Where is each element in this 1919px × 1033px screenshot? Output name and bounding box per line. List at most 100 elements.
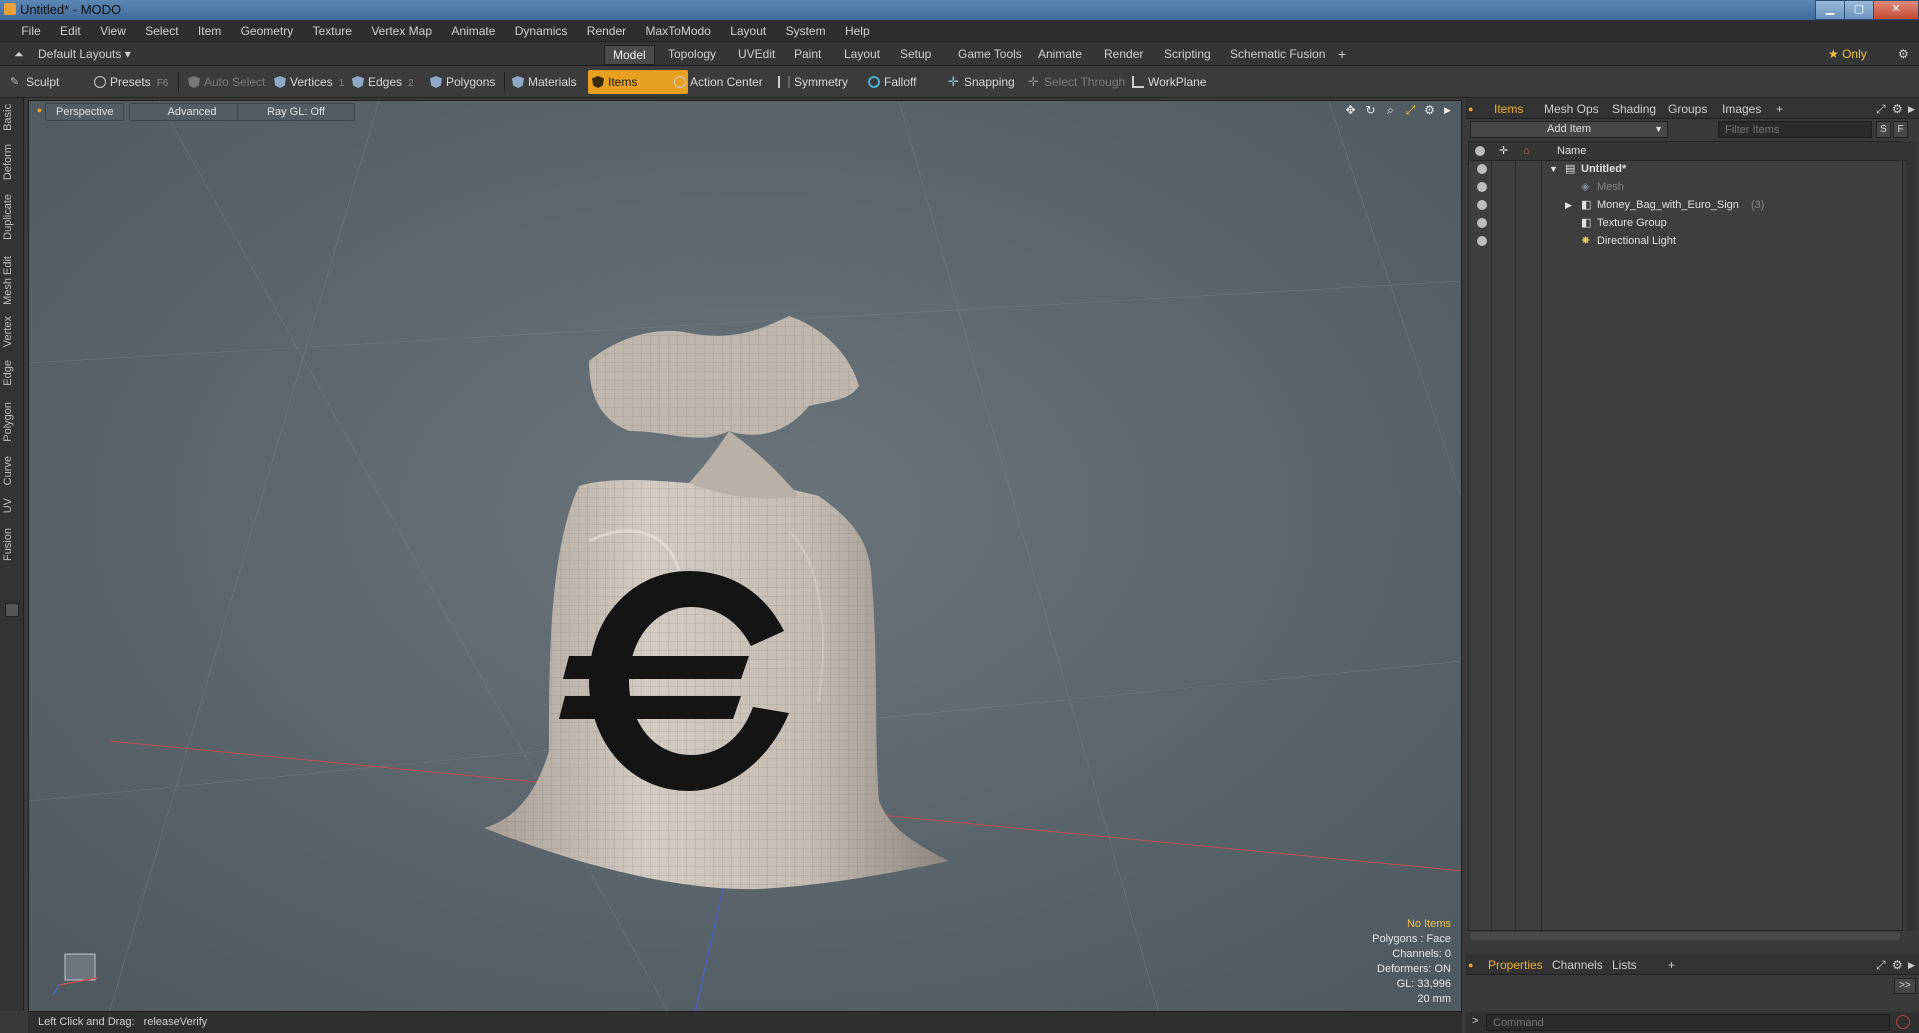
- tab-topology[interactable]: Topology: [660, 45, 724, 63]
- tab-render[interactable]: Render: [1096, 45, 1151, 63]
- tab-fusion[interactable]: Fusion: [2, 528, 22, 561]
- edges-button[interactable]: Edges 2: [348, 70, 420, 94]
- tab-mesh-edit[interactable]: Mesh Edit: [2, 256, 22, 305]
- close-button[interactable]: ✕: [1873, 0, 1919, 20]
- filter-items-input[interactable]: [1718, 121, 1872, 138]
- menu-render[interactable]: Render: [579, 20, 634, 42]
- menu-select[interactable]: Select: [137, 20, 186, 42]
- menu-maxtomodo[interactable]: MaxToModo: [637, 20, 718, 42]
- menu-texture[interactable]: Texture: [305, 20, 360, 42]
- tab-items[interactable]: Items: [1494, 101, 1523, 117]
- record-icon[interactable]: [1896, 1015, 1910, 1029]
- materials-button[interactable]: Materials: [508, 70, 583, 94]
- menu-help[interactable]: Help: [837, 20, 878, 42]
- tree-row-untitled[interactable]: ▼ ▤ Untitled*: [1469, 160, 1906, 178]
- expand-arrow-icon[interactable]: ▼: [1549, 160, 1558, 178]
- pan-icon[interactable]: ✥: [1344, 104, 1357, 117]
- workplane-button[interactable]: WorkPlane: [1128, 70, 1212, 94]
- collapse-arrow-icon[interactable]: ▶: [1565, 196, 1572, 214]
- tab-groups[interactable]: Groups: [1668, 101, 1707, 117]
- add-panel-tab-icon[interactable]: +: [1776, 101, 1783, 117]
- add-tab-button[interactable]: +: [1330, 45, 1354, 63]
- tab-game-tools[interactable]: Game Tools: [950, 45, 1030, 63]
- toolbox-toggle-button[interactable]: [5, 603, 19, 617]
- visibility-eye-icon[interactable]: [1477, 182, 1487, 192]
- visibility-eye-icon[interactable]: [1477, 218, 1487, 228]
- tab-properties[interactable]: Properties: [1488, 957, 1543, 973]
- gear-icon[interactable]: ⚙: [1890, 45, 1917, 63]
- menu-item[interactable]: Item: [190, 20, 229, 42]
- snapping-button[interactable]: ✛ Snapping: [944, 70, 1021, 94]
- menu-vertex-map[interactable]: Vertex Map: [363, 20, 440, 42]
- tree-row-texture-group[interactable]: ◧ Texture Group: [1469, 214, 1906, 232]
- minimize-button[interactable]: ▁: [1815, 0, 1845, 20]
- tab-model[interactable]: Model: [604, 45, 655, 65]
- layout-arrow-icon[interactable]: ⏶: [6, 45, 32, 63]
- item-list-h-scrollbar[interactable]: [1470, 932, 1900, 940]
- tab-polygon[interactable]: Polygon: [2, 402, 22, 442]
- viewport-gear-icon[interactable]: ⚙: [1423, 104, 1436, 117]
- tab-duplicate[interactable]: Duplicate: [2, 194, 22, 240]
- tree-row-money-bag[interactable]: ▶ ◧ Money_Bag_with_Euro_Sign (3): [1469, 196, 1906, 214]
- tab-curve[interactable]: Curve: [2, 456, 22, 485]
- properties-arrow-icon[interactable]: ▶: [1908, 957, 1915, 973]
- viewport-expand-arrow-icon[interactable]: ▶: [1441, 104, 1454, 117]
- add-item-dropdown[interactable]: Add Item ▼: [1470, 121, 1668, 138]
- tree-row-mesh[interactable]: ◈ Mesh: [1469, 178, 1906, 196]
- tab-edge[interactable]: Edge: [2, 360, 22, 386]
- auto-select-button[interactable]: Auto Select: [184, 70, 271, 94]
- tab-channels[interactable]: Channels: [1552, 957, 1603, 973]
- menu-file[interactable]: File: [13, 20, 48, 42]
- tree-row-directional-light[interactable]: ✸ Directional Light: [1469, 232, 1906, 250]
- maximize-viewport-icon[interactable]: ⤢: [1404, 104, 1417, 117]
- maximize-button[interactable]: ▢: [1844, 0, 1874, 20]
- properties-gear-icon[interactable]: ⚙: [1892, 957, 1903, 973]
- tab-shading[interactable]: Shading: [1612, 101, 1656, 117]
- tab-images[interactable]: Images: [1722, 101, 1761, 117]
- menu-layout[interactable]: Layout: [722, 20, 774, 42]
- properties-menu-icon[interactable]: ●: [1468, 957, 1473, 973]
- tab-paint[interactable]: Paint: [786, 45, 829, 63]
- tab-animate[interactable]: Animate: [1030, 45, 1090, 63]
- tab-uvedit[interactable]: UVEdit: [730, 45, 783, 63]
- tab-layout[interactable]: Layout: [836, 45, 888, 63]
- panel-arrow-icon[interactable]: ▶: [1908, 101, 1915, 117]
- select-through-button[interactable]: ✛ Select Through: [1024, 70, 1131, 94]
- filter-f-button[interactable]: F: [1893, 121, 1908, 138]
- tab-deform[interactable]: Deform: [2, 144, 22, 180]
- only-toggle[interactable]: ★ Only: [1820, 45, 1875, 63]
- panel-menu-icon[interactable]: ●: [1468, 101, 1473, 117]
- tab-schematic-fusion[interactable]: Schematic Fusion: [1222, 45, 1333, 63]
- menu-geometry[interactable]: Geometry: [233, 20, 302, 42]
- menu-edit[interactable]: Edit: [52, 20, 89, 42]
- presets-button[interactable]: Presets F6: [90, 70, 174, 94]
- command-input[interactable]: [1486, 1014, 1890, 1031]
- tab-lists[interactable]: Lists: [1612, 957, 1637, 973]
- tab-mesh-ops[interactable]: Mesh Ops: [1544, 101, 1599, 117]
- zoom-icon[interactable]: ⌕: [1384, 104, 1397, 117]
- raygl-toggle[interactable]: Ray GL: Off: [237, 103, 355, 121]
- falloff-button[interactable]: Falloff: [864, 70, 922, 94]
- action-center-button[interactable]: Action Center: [670, 70, 769, 94]
- symmetry-button[interactable]: Symmetry: [774, 70, 854, 94]
- panel-expand-icon[interactable]: ⤢: [1876, 101, 1886, 117]
- visibility-eye-icon[interactable]: [1477, 164, 1487, 174]
- item-list-scrollbar[interactable]: [1906, 141, 1916, 931]
- filter-s-button[interactable]: S: [1876, 121, 1891, 138]
- panel-gear-icon[interactable]: ⚙: [1892, 101, 1903, 117]
- default-layouts-dropdown[interactable]: Default Layouts ▾: [30, 45, 139, 63]
- visibility-eye-icon[interactable]: [1477, 200, 1487, 210]
- polygons-button[interactable]: Polygons: [426, 70, 501, 94]
- visibility-eye-icon[interactable]: [1477, 236, 1487, 246]
- properties-expand-icon[interactable]: ⤢: [1876, 957, 1886, 973]
- add-properties-tab-icon[interactable]: +: [1668, 957, 1675, 973]
- sculpt-button[interactable]: ✎ Sculpt: [6, 70, 65, 94]
- tab-basic[interactable]: Basic: [2, 104, 22, 131]
- tab-setup[interactable]: Setup: [892, 45, 939, 63]
- menu-view[interactable]: View: [92, 20, 134, 42]
- tab-uv[interactable]: UV: [2, 498, 22, 513]
- properties-expand-button[interactable]: >>: [1894, 978, 1916, 994]
- view-mode-dropdown[interactable]: Perspective: [45, 103, 125, 121]
- vertices-button[interactable]: Vertices 1: [270, 70, 350, 94]
- tab-vertex[interactable]: Vertex: [2, 316, 22, 347]
